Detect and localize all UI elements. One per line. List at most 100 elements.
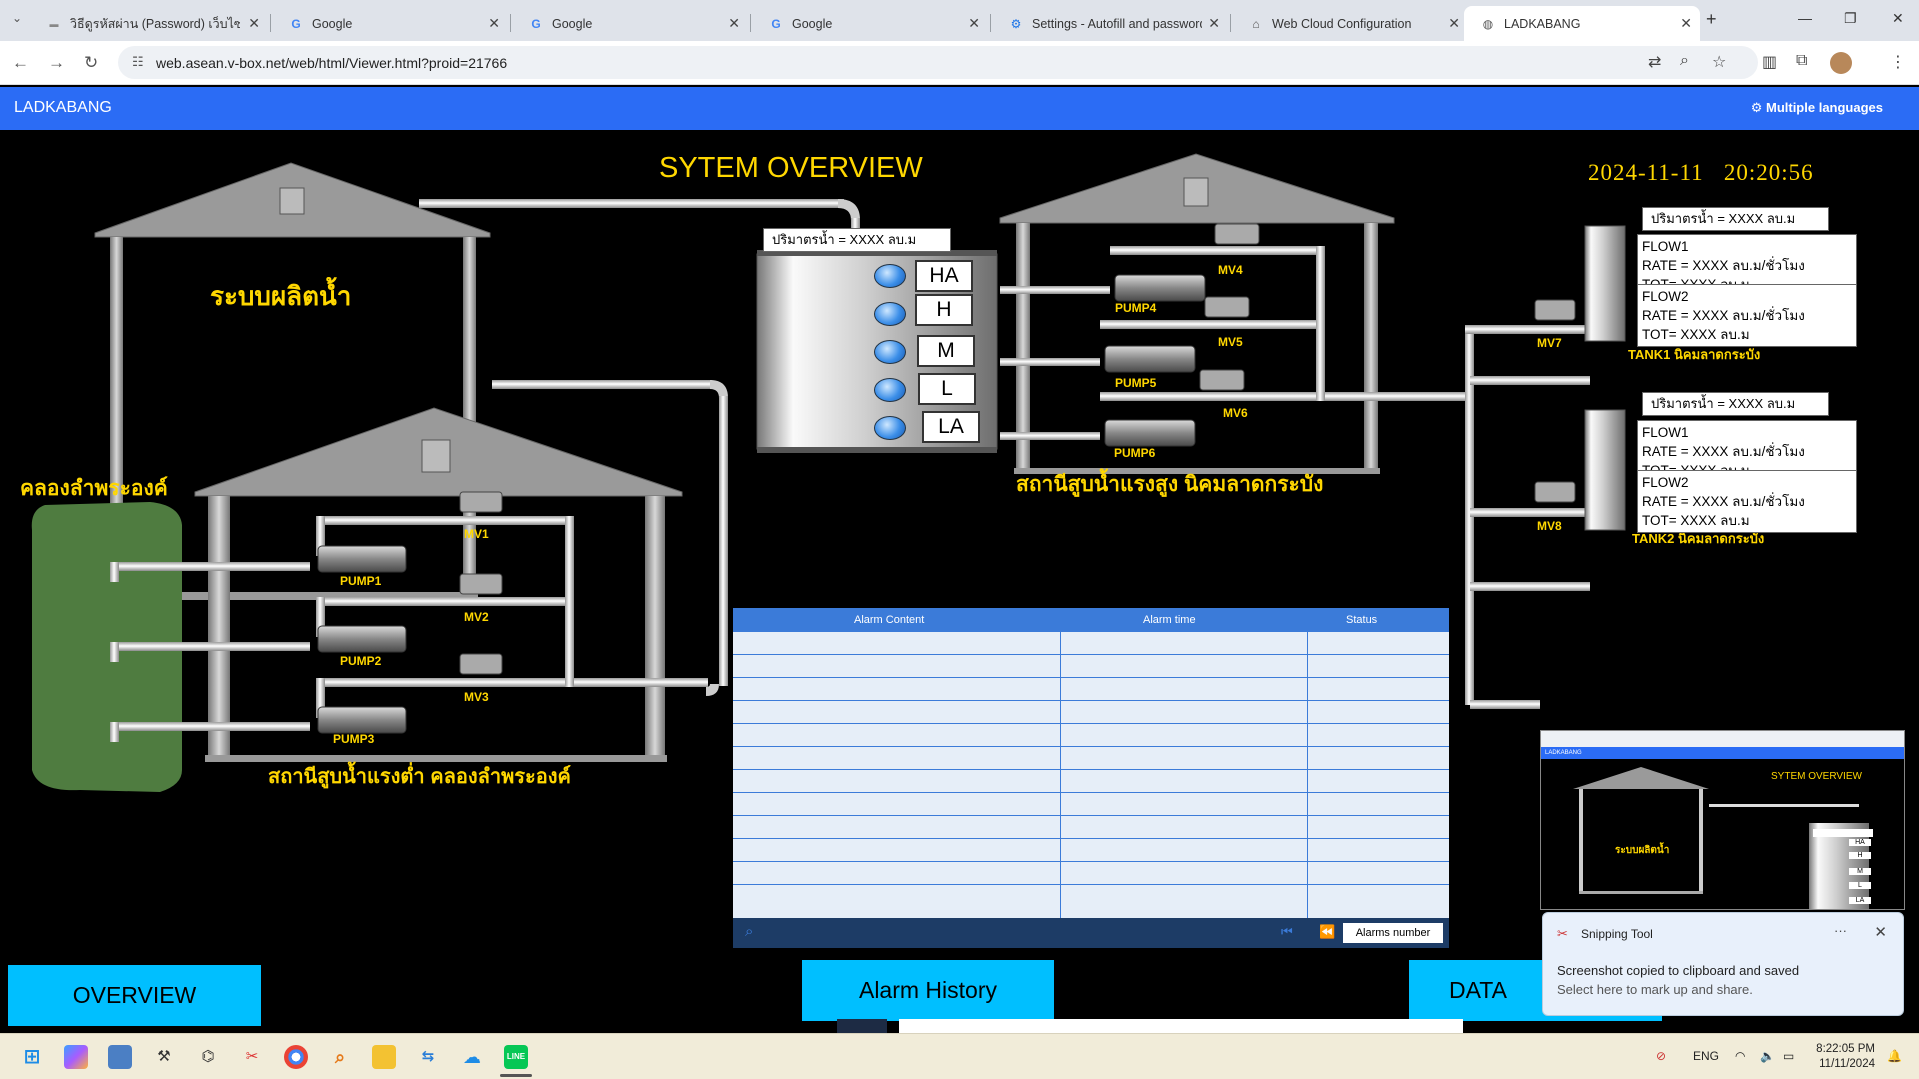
tools-icon[interactable]: ⚒	[152, 1045, 176, 1069]
search-icon[interactable]: ⌕	[745, 923, 753, 940]
level-lamp	[874, 340, 906, 364]
network-app-icon[interactable]: ⌬	[196, 1045, 220, 1069]
reload-icon[interactable]: ↻	[84, 53, 98, 73]
overview-button[interactable]: OVERVIEW	[8, 965, 261, 1026]
menu-icon[interactable]: ⋮	[1890, 52, 1906, 72]
remote-app-icon[interactable]: ⇆	[416, 1045, 440, 1069]
language-selector[interactable]: ⚙ Multiple languages	[1751, 100, 1883, 116]
snipping-preview[interactable]: LADKABANG SYTEM OVERVIEW ระบบผลิตน้ำ HA …	[1540, 730, 1905, 910]
avatar[interactable]	[1830, 52, 1852, 74]
pump5-label[interactable]: PUMP5	[1115, 376, 1156, 390]
level-lamp	[874, 378, 906, 402]
mv7-label[interactable]: MV7	[1537, 336, 1562, 350]
close-icon[interactable]: ✕	[1874, 923, 1887, 941]
google-icon: G	[291, 16, 301, 31]
pump5-motor	[1104, 345, 1196, 373]
level-l: L	[918, 373, 976, 405]
close-tab-icon[interactable]: ✕	[248, 15, 260, 32]
search-app-icon[interactable]: ⌕	[328, 1045, 352, 1069]
tab-search-icon[interactable]: ⌄	[12, 11, 22, 25]
pump6-label[interactable]: PUMP6	[1114, 446, 1155, 460]
close-tab-icon[interactable]: ✕	[1208, 15, 1220, 32]
translate-icon[interactable]: ⇄	[1648, 52, 1661, 72]
line-today-icon: ▬	[49, 18, 59, 29]
pump4-label[interactable]: PUMP4	[1115, 301, 1156, 315]
mv3-label[interactable]: MV3	[464, 690, 489, 704]
minimize-icon[interactable]: —	[1798, 10, 1812, 26]
language-indicator[interactable]: ENG	[1693, 1049, 1719, 1063]
google-icon: G	[531, 16, 541, 31]
close-tab-icon[interactable]: ✕	[1680, 15, 1692, 32]
bookmark-star-icon[interactable]: ☆	[1712, 52, 1726, 72]
first-page-icon[interactable]: ⏮	[1281, 924, 1293, 940]
reading-list-icon[interactable]: ▥	[1762, 52, 1777, 72]
wifi-icon[interactable]: ◠	[1735, 1049, 1745, 1063]
mv6-label[interactable]: MV6	[1223, 406, 1248, 420]
level-la: LA	[922, 411, 980, 443]
mv5-label[interactable]: MV5	[1218, 335, 1243, 349]
toast-message: Screenshot copied to clipboard and saved	[1557, 963, 1800, 978]
settings-icon: ⚙	[1010, 16, 1022, 31]
browser-tab[interactable]: G Google ✕	[272, 6, 508, 41]
toast-app-name: Snipping Tool	[1581, 927, 1653, 941]
close-tab-icon[interactable]: ✕	[1448, 15, 1460, 32]
level-lamp	[874, 416, 906, 440]
notification-bell-icon[interactable]: 🔔	[1887, 1049, 1902, 1063]
browser-tab[interactable]: G Google ✕	[752, 6, 988, 41]
col-alarm-content[interactable]: Alarm Content	[854, 614, 924, 626]
close-tab-icon[interactable]: ✕	[728, 15, 740, 32]
previous-page-icon[interactable]: ⏪	[1319, 924, 1335, 940]
browser-tab[interactable]: ▬ วิธีดูรหัสผ่าน (Password) เว็บไซต์ที่บ…	[30, 6, 268, 41]
more-icon[interactable]: ···	[1834, 923, 1847, 938]
home-icon: ⌂	[1252, 16, 1260, 31]
snipping-toast[interactable]: ✂ Snipping Tool ··· ✕ Screenshot copied …	[1542, 912, 1904, 1016]
pump3-label[interactable]: PUMP3	[333, 732, 374, 746]
browser-tab[interactable]: ⚙ Settings - Autofill and passwords ✕	[992, 6, 1228, 41]
battery-icon[interactable]: ▭	[1783, 1049, 1794, 1063]
onedrive-icon[interactable]: ☁	[460, 1045, 484, 1069]
alarm-table-footer: ⌕ ⏮ ⏪ Alarms number	[733, 918, 1449, 948]
production-label: ระบบผลิตน้ำ	[210, 281, 352, 311]
mv1-label[interactable]: MV1	[464, 527, 489, 541]
forward-icon[interactable]: →	[48, 53, 65, 73]
restore-icon[interactable]: ❐	[1844, 10, 1857, 27]
zoom-icon[interactable]: ⌕	[1680, 52, 1689, 70]
browser-tab-active[interactable]: ◍ LADKABANG ✕	[1464, 6, 1700, 41]
col-alarm-time[interactable]: Alarm time	[1143, 614, 1196, 626]
pump2-label[interactable]: PUMP2	[340, 654, 381, 668]
level-lamp	[874, 302, 906, 326]
mv8-label[interactable]: MV8	[1537, 519, 1562, 533]
line-app-icon[interactable]: LINE	[504, 1045, 528, 1069]
back-icon[interactable]: ←	[12, 53, 29, 73]
site-info-icon[interactable]: ☷	[132, 54, 144, 70]
alarm-history-button[interactable]: Alarm History	[802, 960, 1054, 1021]
taskbar-clock[interactable]: 8:22:05 PM 11/11/2024	[1816, 1042, 1875, 1072]
start-icon[interactable]: ⊞	[20, 1045, 44, 1069]
col-status[interactable]: Status	[1346, 614, 1377, 626]
level-ha: HA	[915, 260, 973, 292]
level-h: H	[915, 294, 973, 326]
close-tab-icon[interactable]: ✕	[968, 15, 980, 32]
url-text[interactable]: web.asean.v-box.net/web/html/Viewer.html…	[156, 55, 507, 71]
copilot-icon[interactable]	[64, 1045, 88, 1069]
new-tab-icon[interactable]: +	[1706, 9, 1717, 30]
reservoir-volume: ปริมาตรน้ำ = XXXX ลบ.ม	[763, 228, 951, 252]
mv4-label[interactable]: MV4	[1218, 263, 1243, 277]
volume-icon[interactable]: 🔈	[1760, 1049, 1775, 1063]
snipping-tool-icon[interactable]: ✂	[240, 1045, 264, 1069]
photos-icon[interactable]	[108, 1045, 132, 1069]
file-explorer-icon[interactable]	[372, 1045, 396, 1069]
browser-tab[interactable]: ⌂ Web Cloud Configuration ✕	[1232, 6, 1468, 41]
mv2-label[interactable]: MV2	[464, 610, 489, 624]
security-icon[interactable]: ⊘	[1656, 1049, 1666, 1063]
pump1-label[interactable]: PUMP1	[340, 574, 381, 588]
extensions-icon[interactable]: ⧉	[1796, 52, 1807, 70]
pump3-motor	[317, 706, 407, 734]
alarm-table-header: Alarm Content Alarm time Status	[733, 608, 1449, 632]
google-icon: G	[771, 16, 781, 31]
close-tab-icon[interactable]: ✕	[488, 15, 500, 32]
level-m: M	[917, 335, 975, 367]
close-window-icon[interactable]: ✕	[1892, 10, 1904, 27]
browser-tab[interactable]: G Google ✕	[512, 6, 748, 41]
chrome-icon[interactable]	[284, 1045, 308, 1069]
